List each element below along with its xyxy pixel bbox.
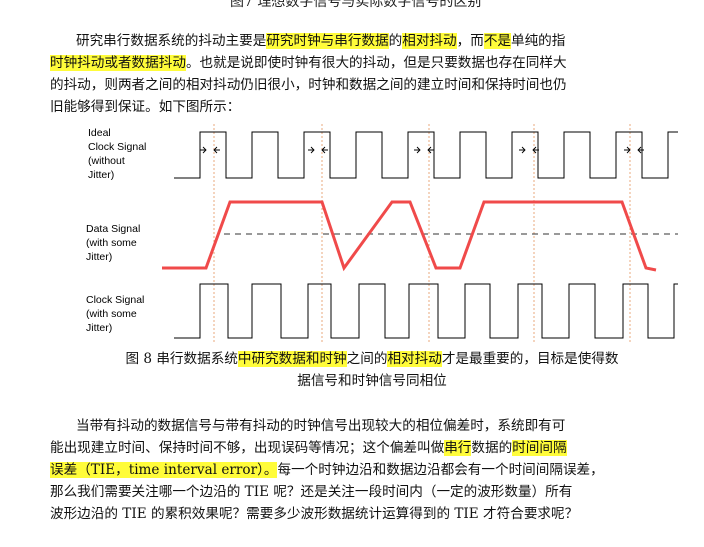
highlighted-text: 时钟抖动或者数据抖动	[50, 55, 186, 71]
text-run: 当带有抖动的数据信号与带有抖动的时钟信号出现较大的相位偏差时，系统即有可	[76, 418, 566, 434]
jitter-arrow	[519, 146, 539, 154]
text-run: 。也就是说即使时钟有很大的抖动，但是只要数据也存在同样大	[185, 55, 567, 71]
diagram-label: Data Signal	[86, 223, 140, 235]
caption-line: 图 8 串行数据系统中研究数据和时钟之间的相对抖动才是最重要的，目标是使得数	[74, 348, 670, 370]
text-run: 每一个时钟边沿和数据边沿都会有一个时间间隔误差，	[277, 462, 604, 478]
jitter-arrow	[414, 146, 434, 154]
text-run: 的抖动，则两者之间的相对抖动仍旧很小，时钟和数据之间的建立时间和保持时间也仍	[50, 77, 567, 93]
diagram-label: Jitter)	[88, 169, 114, 181]
text-run: 图 8 串行数据系统	[125, 351, 238, 367]
diagram-label: Clock Signal	[88, 141, 146, 153]
ideal-clock-waveform	[174, 131, 678, 179]
diagram-label: Jitter)	[86, 322, 112, 334]
text-run: 研究串行数据系统的抖动主要是	[76, 33, 267, 49]
diagram-label: (without	[88, 155, 125, 167]
jittered-clock-waveform	[174, 283, 678, 339]
tie-paragraph: 当带有抖动的数据信号与带有抖动的时钟信号出现较大的相位偏差时，系统即有可 能出现…	[50, 415, 662, 525]
diagram-label: (with some	[86, 308, 137, 320]
text-run: 旧能够得到保证。如下图所示：	[50, 99, 241, 115]
text-run: ，而	[456, 33, 484, 49]
highlighted-text: 相对抖动	[402, 33, 457, 49]
text-run: 单纯的指	[511, 33, 566, 49]
diagram-label: Ideal	[88, 127, 111, 139]
text-run: 之间的	[346, 351, 388, 367]
diagram-label: (with some	[86, 237, 137, 249]
diagram-label: Jitter)	[86, 251, 112, 263]
paragraph-line: 的抖动，则两者之间的相对抖动仍旧很小，时钟和数据之间的建立时间和保持时间也仍	[50, 74, 662, 96]
highlighted-text: 串行	[444, 440, 472, 456]
text-run: 据信号和时钟信号同相位	[297, 373, 447, 389]
highlighted-text: 研究时钟与串行数据	[266, 33, 389, 49]
figure-caption: 图 8 串行数据系统中研究数据和时钟之间的相对抖动才是最重要的，目标是使得数 据…	[74, 348, 670, 392]
text-run: 才是最重要的，目标是使得数	[441, 351, 619, 367]
jitter-arrow	[624, 146, 644, 154]
jitter-arrows	[200, 146, 644, 154]
paragraph-line: 研究串行数据系统的抖动主要是研究时钟与串行数据的相对抖动，而不是单纯的指	[50, 30, 662, 52]
paragraph-line: 时钟抖动或者数据抖动。也就是说即使时钟有很大的抖动，但是只要数据也存在同样大	[50, 52, 662, 74]
jitter-timing-diagram: Ideal Clock Signal (without Jitter) Data…	[86, 124, 678, 342]
text-run: 的	[388, 33, 403, 49]
data-signal-waveform	[162, 200, 657, 272]
highlighted-text: 误差（TIE，time interval error）。	[50, 462, 278, 478]
paragraph-line: 误差（TIE，time interval error）。每一个时钟边沿和数据边沿…	[50, 459, 662, 481]
paragraph-line: 能出现建立时间、保持时间不够，出现误码等情况；这个偏差叫做串行数据的时间间隔	[50, 437, 662, 459]
diagram-label: Clock Signal	[86, 294, 144, 306]
paragraph-line: 旧能够得到保证。如下图所示：	[50, 96, 662, 118]
text-run: 那么我们需要关注哪一个边沿的 TIE 呢？还是关注一段时间内（一定的波形数量）所…	[50, 484, 573, 500]
paragraph-line: 那么我们需要关注哪一个边沿的 TIE 呢？还是关注一段时间内（一定的波形数量）所…	[50, 481, 662, 503]
highlighted-text: 时间间隔	[512, 440, 567, 456]
jitter-arrow	[308, 146, 328, 154]
text-run: 能出现建立时间、保持时间不够，出现误码等情况；这个偏差叫做	[50, 440, 445, 456]
paragraph-line: 当带有抖动的数据信号与带有抖动的时钟信号出现较大的相位偏差时，系统即有可	[50, 415, 662, 437]
text-run: 波形边沿的 TIE 的累积效果呢？需要多少波形数据统计运算得到的 TIE 才符合…	[50, 506, 579, 522]
caption-line: 据信号和时钟信号同相位	[74, 370, 670, 392]
highlighted-text: 相对抖动	[387, 351, 442, 367]
highlighted-text: 中研究数据和时钟	[237, 351, 347, 367]
highlighted-text: 不是	[483, 33, 511, 49]
text-run: 数据的	[471, 440, 513, 456]
paragraph-line: 波形边沿的 TIE 的累积效果呢？需要多少波形数据统计运算得到的 TIE 才符合…	[50, 503, 662, 525]
jittered-clock-line	[174, 283, 678, 339]
intro-paragraph: 研究串行数据系统的抖动主要是研究时钟与串行数据的相对抖动，而不是单纯的指 时钟抖…	[50, 30, 662, 118]
jitter-arrow	[200, 146, 220, 154]
previous-figure-caption: 图7 理想数字信号与实际数字信号的区别	[230, 0, 482, 10]
